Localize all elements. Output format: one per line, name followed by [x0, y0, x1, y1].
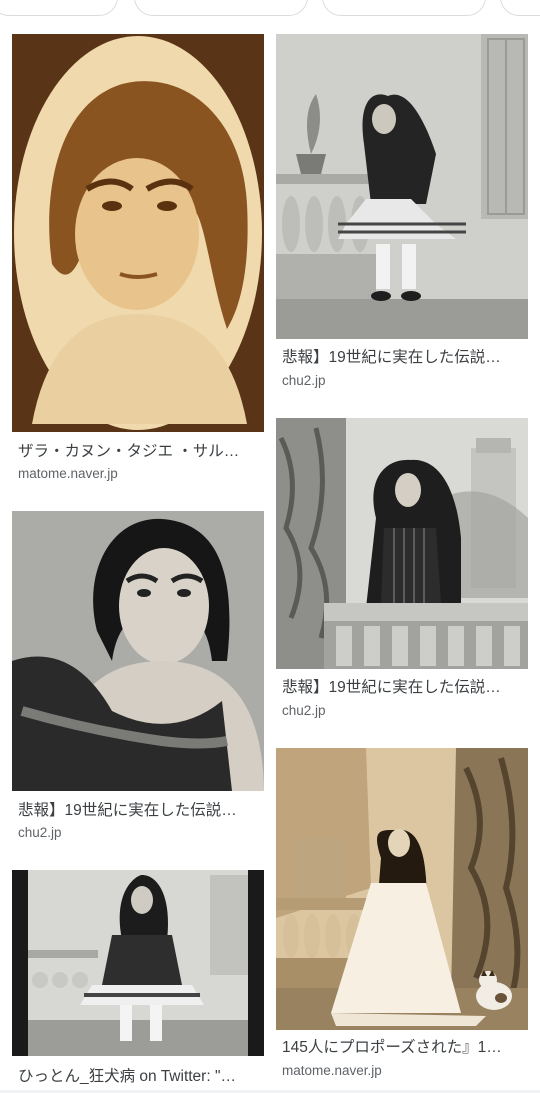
- result-source[interactable]: matome.naver.jp: [18, 465, 118, 483]
- result-thumbnail[interactable]: [12, 870, 264, 1056]
- image-result-card[interactable]: 悲報】19世紀に実在した伝説… chu2.jp: [276, 34, 528, 394]
- result-source[interactable]: matome.naver.jp: [282, 1062, 382, 1080]
- filter-chip[interactable]: [322, 0, 486, 16]
- filter-chip[interactable]: [500, 0, 540, 16]
- result-caption[interactable]: ザラ・カヌン・タジエ ・サル…: [18, 442, 262, 462]
- result-caption[interactable]: 悲報】19世紀に実在した伝説…: [282, 348, 526, 368]
- filter-chip[interactable]: [134, 0, 308, 16]
- result-thumbnail[interactable]: [276, 748, 528, 1030]
- result-source[interactable]: chu2.jp: [18, 824, 62, 842]
- image-result-card[interactable]: 145人にプロポーズされた』1… matome.naver.jp: [276, 748, 528, 1088]
- filter-chip[interactable]: [0, 0, 118, 16]
- result-thumbnail[interactable]: [276, 418, 528, 669]
- result-thumbnail[interactable]: [276, 34, 528, 339]
- result-caption[interactable]: 悲報】19世紀に実在した伝説…: [18, 801, 262, 821]
- image-result-card[interactable]: 悲報】19世紀に実在した伝説… chu2.jp: [12, 511, 264, 851]
- image-result-card[interactable]: ザラ・カヌン・タジエ ・サル… matome.naver.jp: [12, 34, 264, 494]
- image-result-card[interactable]: 悲報】19世紀に実在した伝説… chu2.jp: [276, 418, 528, 728]
- image-result-card[interactable]: ひっとん_狂犬病 on Twitter: "…: [12, 870, 264, 1093]
- result-caption[interactable]: ひっとん_狂犬病 on Twitter: "…: [18, 1067, 262, 1087]
- result-caption[interactable]: 悲報】19世紀に実在した伝説…: [282, 678, 526, 698]
- result-source[interactable]: chu2.jp: [282, 702, 326, 720]
- result-thumbnail[interactable]: [12, 511, 264, 791]
- filter-chip-row: [0, 0, 540, 24]
- result-thumbnail[interactable]: [12, 34, 264, 432]
- result-source[interactable]: chu2.jp: [282, 372, 326, 390]
- result-caption[interactable]: 145人にプロポーズされた』1…: [282, 1038, 526, 1058]
